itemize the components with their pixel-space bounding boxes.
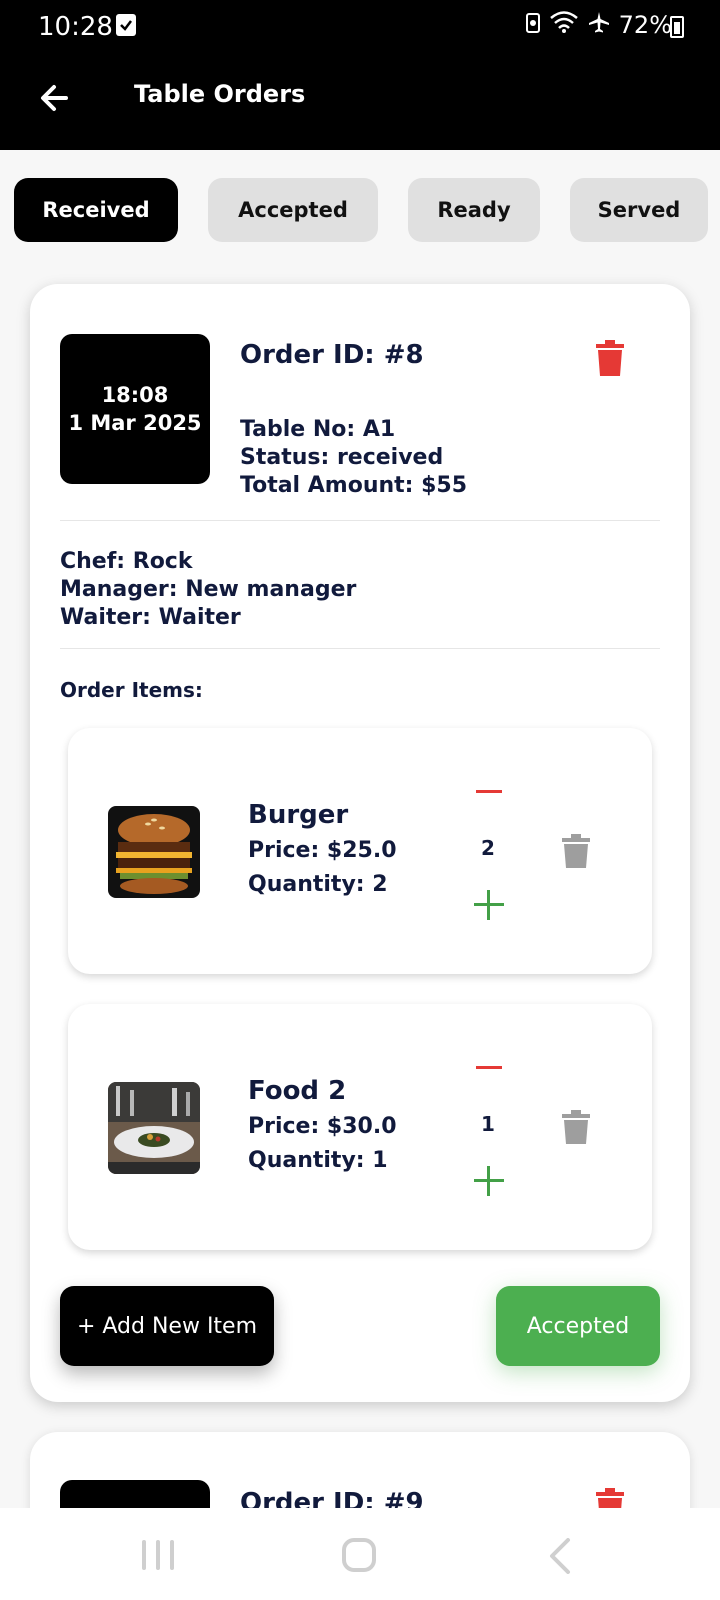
order-staff: Chef: Rock Manager: New manager Waiter: … bbox=[60, 548, 356, 632]
item-name: Burger bbox=[248, 800, 349, 830]
item-quantity: Quantity: 2 bbox=[248, 872, 388, 897]
delete-item-icon[interactable] bbox=[562, 834, 590, 872]
order-info: Table No: A1 Status: received Total Amou… bbox=[240, 416, 467, 500]
battery-percent: 72% bbox=[618, 11, 672, 39]
recents-icon[interactable] bbox=[142, 1540, 176, 1570]
item-price: Price: $30.0 bbox=[248, 1114, 397, 1139]
page-title: Table Orders bbox=[134, 80, 306, 108]
quantity-value: 2 bbox=[481, 836, 495, 860]
battery-icon bbox=[670, 16, 684, 38]
item-quantity: Quantity: 1 bbox=[248, 1148, 388, 1173]
order-manager: Manager: New manager bbox=[60, 577, 357, 602]
check-box-icon bbox=[116, 14, 136, 36]
home-icon[interactable] bbox=[342, 1538, 376, 1572]
wifi-icon bbox=[549, 10, 579, 40]
burger-photo bbox=[108, 806, 200, 898]
accept-order-button[interactable]: Accepted bbox=[496, 1286, 660, 1366]
decrease-quantity-button[interactable] bbox=[476, 790, 502, 793]
arrow-left-icon[interactable] bbox=[36, 80, 72, 116]
item-name: Food 2 bbox=[248, 1076, 347, 1106]
tab-served[interactable]: Served bbox=[570, 178, 708, 242]
system-nav-bar bbox=[0, 1508, 720, 1600]
tab-accepted[interactable]: Accepted bbox=[208, 178, 378, 242]
status-tabs: Received Accepted Ready Served bbox=[14, 178, 708, 242]
order-date: 1 Mar 2025 bbox=[68, 411, 202, 435]
order-datetime-badge: 18:08 1 Mar 2025 bbox=[60, 334, 210, 484]
order-total: Total Amount: $55 bbox=[240, 473, 468, 498]
order-item-burger: Burger Price: $25.0 Quantity: 2 2 bbox=[68, 728, 652, 974]
increase-quantity-button[interactable] bbox=[474, 890, 504, 920]
add-new-item-button[interactable]: + Add New Item bbox=[60, 1286, 274, 1366]
battery-saver-icon bbox=[525, 11, 541, 39]
status-time: 10:28 bbox=[38, 12, 113, 42]
order-waiter: Waiter: Waiter bbox=[60, 605, 241, 630]
order-item-food-2: Food 2 Price: $30.0 Quantity: 1 1 bbox=[68, 1004, 652, 1250]
item-price: Price: $25.0 bbox=[248, 838, 397, 863]
back-icon[interactable] bbox=[548, 1538, 572, 1578]
quantity-value: 1 bbox=[481, 1112, 495, 1136]
increase-quantity-button[interactable] bbox=[474, 1166, 504, 1196]
airplane-icon bbox=[587, 10, 611, 40]
divider bbox=[60, 648, 660, 649]
order-items-label: Order Items: bbox=[60, 678, 203, 702]
delete-order-icon[interactable] bbox=[596, 340, 624, 380]
delete-item-icon[interactable] bbox=[562, 1110, 590, 1148]
divider bbox=[60, 520, 660, 521]
tab-ready[interactable]: Ready bbox=[408, 178, 540, 242]
status-icons: 72% bbox=[525, 10, 672, 40]
order-id: Order ID: #8 bbox=[240, 340, 424, 370]
decrease-quantity-button[interactable] bbox=[476, 1066, 502, 1069]
order-table: Table No: A1 bbox=[240, 417, 396, 442]
order-chef: Chef: Rock bbox=[60, 549, 193, 574]
order-card: 18:08 1 Mar 2025 Order ID: #8 Table No: … bbox=[30, 284, 690, 1402]
tab-received[interactable]: Received bbox=[14, 178, 178, 242]
order-status: Status: received bbox=[240, 445, 444, 470]
plated-dish-photo bbox=[108, 1082, 200, 1174]
order-time: 18:08 bbox=[101, 383, 169, 407]
top-bar: 10:28 72% Table Orders bbox=[0, 0, 720, 150]
